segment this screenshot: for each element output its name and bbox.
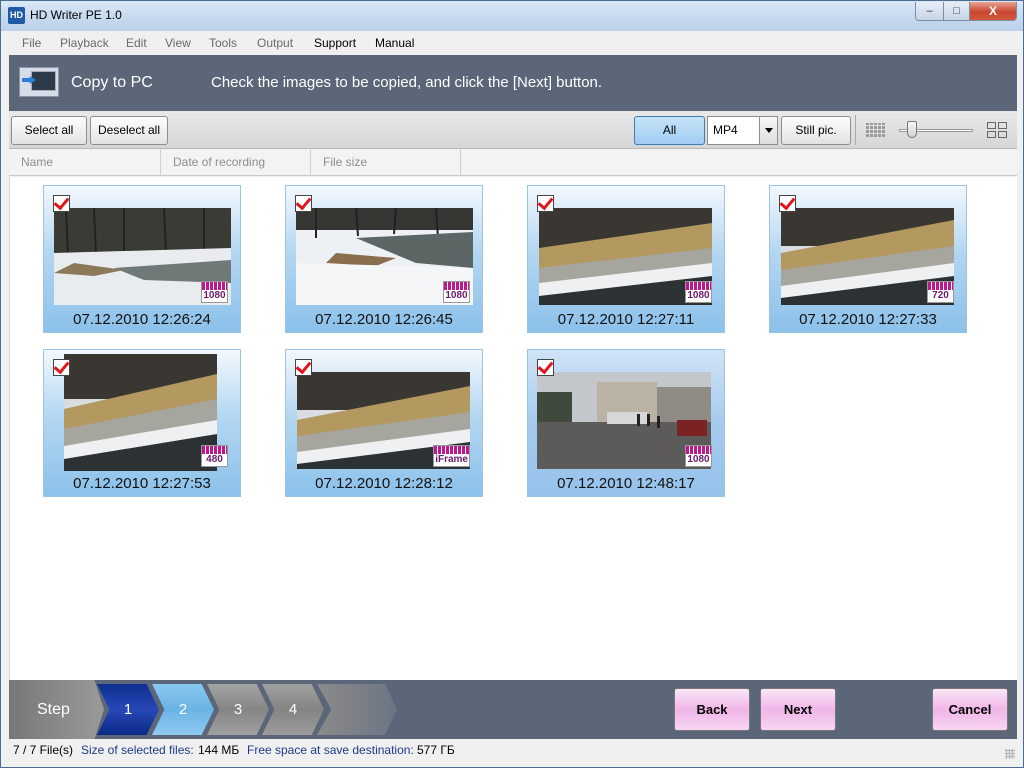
- thumbnail-area: 1080 07.12.2010 12:26:24 1080 07.12.2010…: [9, 177, 1017, 680]
- select-checkbox[interactable]: [295, 195, 312, 212]
- recording-date: 07.12.2010 12:48:17: [557, 475, 695, 492]
- select-checkbox[interactable]: [537, 195, 554, 212]
- step-3: 3: [207, 684, 269, 735]
- resize-grip-icon[interactable]: [1005, 749, 1015, 759]
- resolution-badge: 1080: [685, 445, 712, 467]
- cancel-button[interactable]: Cancel: [932, 688, 1008, 731]
- resolution-badge: 720: [927, 281, 954, 303]
- menu-support[interactable]: Support: [314, 36, 356, 50]
- select-checkbox[interactable]: [53, 195, 70, 212]
- recording-date: 07.12.2010 12:27:53: [73, 475, 211, 492]
- status-bar: 7 / 7 File(s) Size of selected files: 14…: [9, 739, 1017, 761]
- select-checkbox[interactable]: [779, 195, 796, 212]
- window-title: HD Writer PE 1.0: [30, 8, 122, 22]
- close-button[interactable]: X: [969, 2, 1017, 21]
- next-button[interactable]: Next: [760, 688, 836, 731]
- maximize-button[interactable]: □: [943, 2, 970, 21]
- resolution-badge: 1080: [443, 281, 470, 303]
- menu-playback[interactable]: Playback: [60, 36, 109, 50]
- resolution-badge: 1080: [201, 281, 228, 303]
- select-checkbox[interactable]: [537, 359, 554, 376]
- format-dropdown[interactable]: MP4: [707, 116, 778, 145]
- menu-tools[interactable]: Tools: [209, 36, 237, 50]
- task-instructions: Check the images to be copied, and click…: [211, 74, 603, 91]
- thumbnail-item[interactable]: 1080 07.12.2010 12:26:24: [43, 185, 241, 333]
- step-2-current: 2: [152, 684, 214, 735]
- menu-manual[interactable]: Manual: [375, 36, 414, 50]
- app-icon: HD: [8, 7, 25, 24]
- step-tail: [317, 684, 397, 735]
- menu-bar: File Playback Edit View Tools Output Sup…: [9, 31, 1017, 55]
- thumbnail-item[interactable]: 1080 07.12.2010 12:48:17: [527, 349, 725, 497]
- column-date-of-recording[interactable]: Date of recording: [161, 149, 311, 175]
- recording-date: 07.12.2010 12:26:24: [73, 311, 211, 328]
- still-pic-button[interactable]: Still pic.: [781, 116, 851, 145]
- free-space-value: 577 ГБ: [417, 743, 455, 757]
- column-header: Name Date of recording File size: [9, 149, 1017, 176]
- toolbar-divider: [855, 115, 856, 145]
- thumbnail-item[interactable]: 1080 07.12.2010 12:26:45: [285, 185, 483, 333]
- resolution-badge: 480: [201, 445, 228, 467]
- file-count: 7 / 7 File(s): [13, 743, 74, 757]
- back-button[interactable]: Back: [674, 688, 750, 731]
- format-value: MP4: [713, 123, 738, 137]
- resolution-badge: iFrame: [433, 445, 470, 467]
- select-checkbox[interactable]: [53, 359, 70, 376]
- step-bar: Step 1 2 3 4 Back Next Cancel: [9, 680, 1017, 739]
- copy-to-pc-icon: [19, 67, 59, 97]
- menu-output[interactable]: Output: [257, 36, 293, 50]
- filter-all-button[interactable]: All: [634, 116, 705, 145]
- thumbnail-item[interactable]: 480 07.12.2010 12:27:53: [43, 349, 241, 497]
- thumbnail-item[interactable]: 1080 07.12.2010 12:27:11: [527, 185, 725, 333]
- title-bar: HD HD Writer PE 1.0 – □ X: [1, 1, 1023, 31]
- thumbnail-item[interactable]: iFrame 07.12.2010 12:28:12: [285, 349, 483, 497]
- thumbnail-item[interactable]: 720 07.12.2010 12:27:33: [769, 185, 967, 333]
- video-thumbnail-image: [64, 354, 217, 471]
- small-grid-icon[interactable]: [866, 123, 886, 137]
- recording-date: 07.12.2010 12:28:12: [315, 475, 453, 492]
- menu-view[interactable]: View: [165, 36, 191, 50]
- menu-file[interactable]: File: [22, 36, 41, 50]
- resolution-badge: 1080: [685, 281, 712, 303]
- app-window: HD HD Writer PE 1.0 – □ X File Playback …: [0, 0, 1024, 768]
- step-1: 1: [97, 684, 159, 735]
- free-space-label: Free space at save destination:: [247, 743, 414, 757]
- column-name[interactable]: Name: [9, 149, 161, 175]
- deselect-all-button[interactable]: Deselect all: [90, 116, 168, 145]
- recording-date: 07.12.2010 12:27:33: [799, 311, 937, 328]
- menu-edit[interactable]: Edit: [126, 36, 147, 50]
- zoom-slider-thumb[interactable]: [907, 121, 917, 138]
- task-header: Copy to PC Check the images to be copied…: [9, 55, 1017, 111]
- step-4: 4: [262, 684, 324, 735]
- selected-size-value: 144 МБ: [198, 743, 240, 757]
- selected-size-label: Size of selected files:: [81, 743, 194, 757]
- step-label: Step: [9, 680, 104, 739]
- chevron-down-icon[interactable]: [759, 117, 777, 144]
- large-grid-icon[interactable]: [987, 122, 1008, 138]
- select-checkbox[interactable]: [295, 359, 312, 376]
- select-all-button[interactable]: Select all: [11, 116, 87, 145]
- minimize-button[interactable]: –: [915, 2, 944, 21]
- recording-date: 07.12.2010 12:26:45: [315, 311, 453, 328]
- recording-date: 07.12.2010 12:27:11: [557, 311, 695, 328]
- task-title: Copy to PC: [71, 74, 153, 91]
- toolbar: Select all Deselect all All MP4 Still pi…: [9, 111, 1017, 149]
- column-file-size[interactable]: File size: [311, 149, 461, 175]
